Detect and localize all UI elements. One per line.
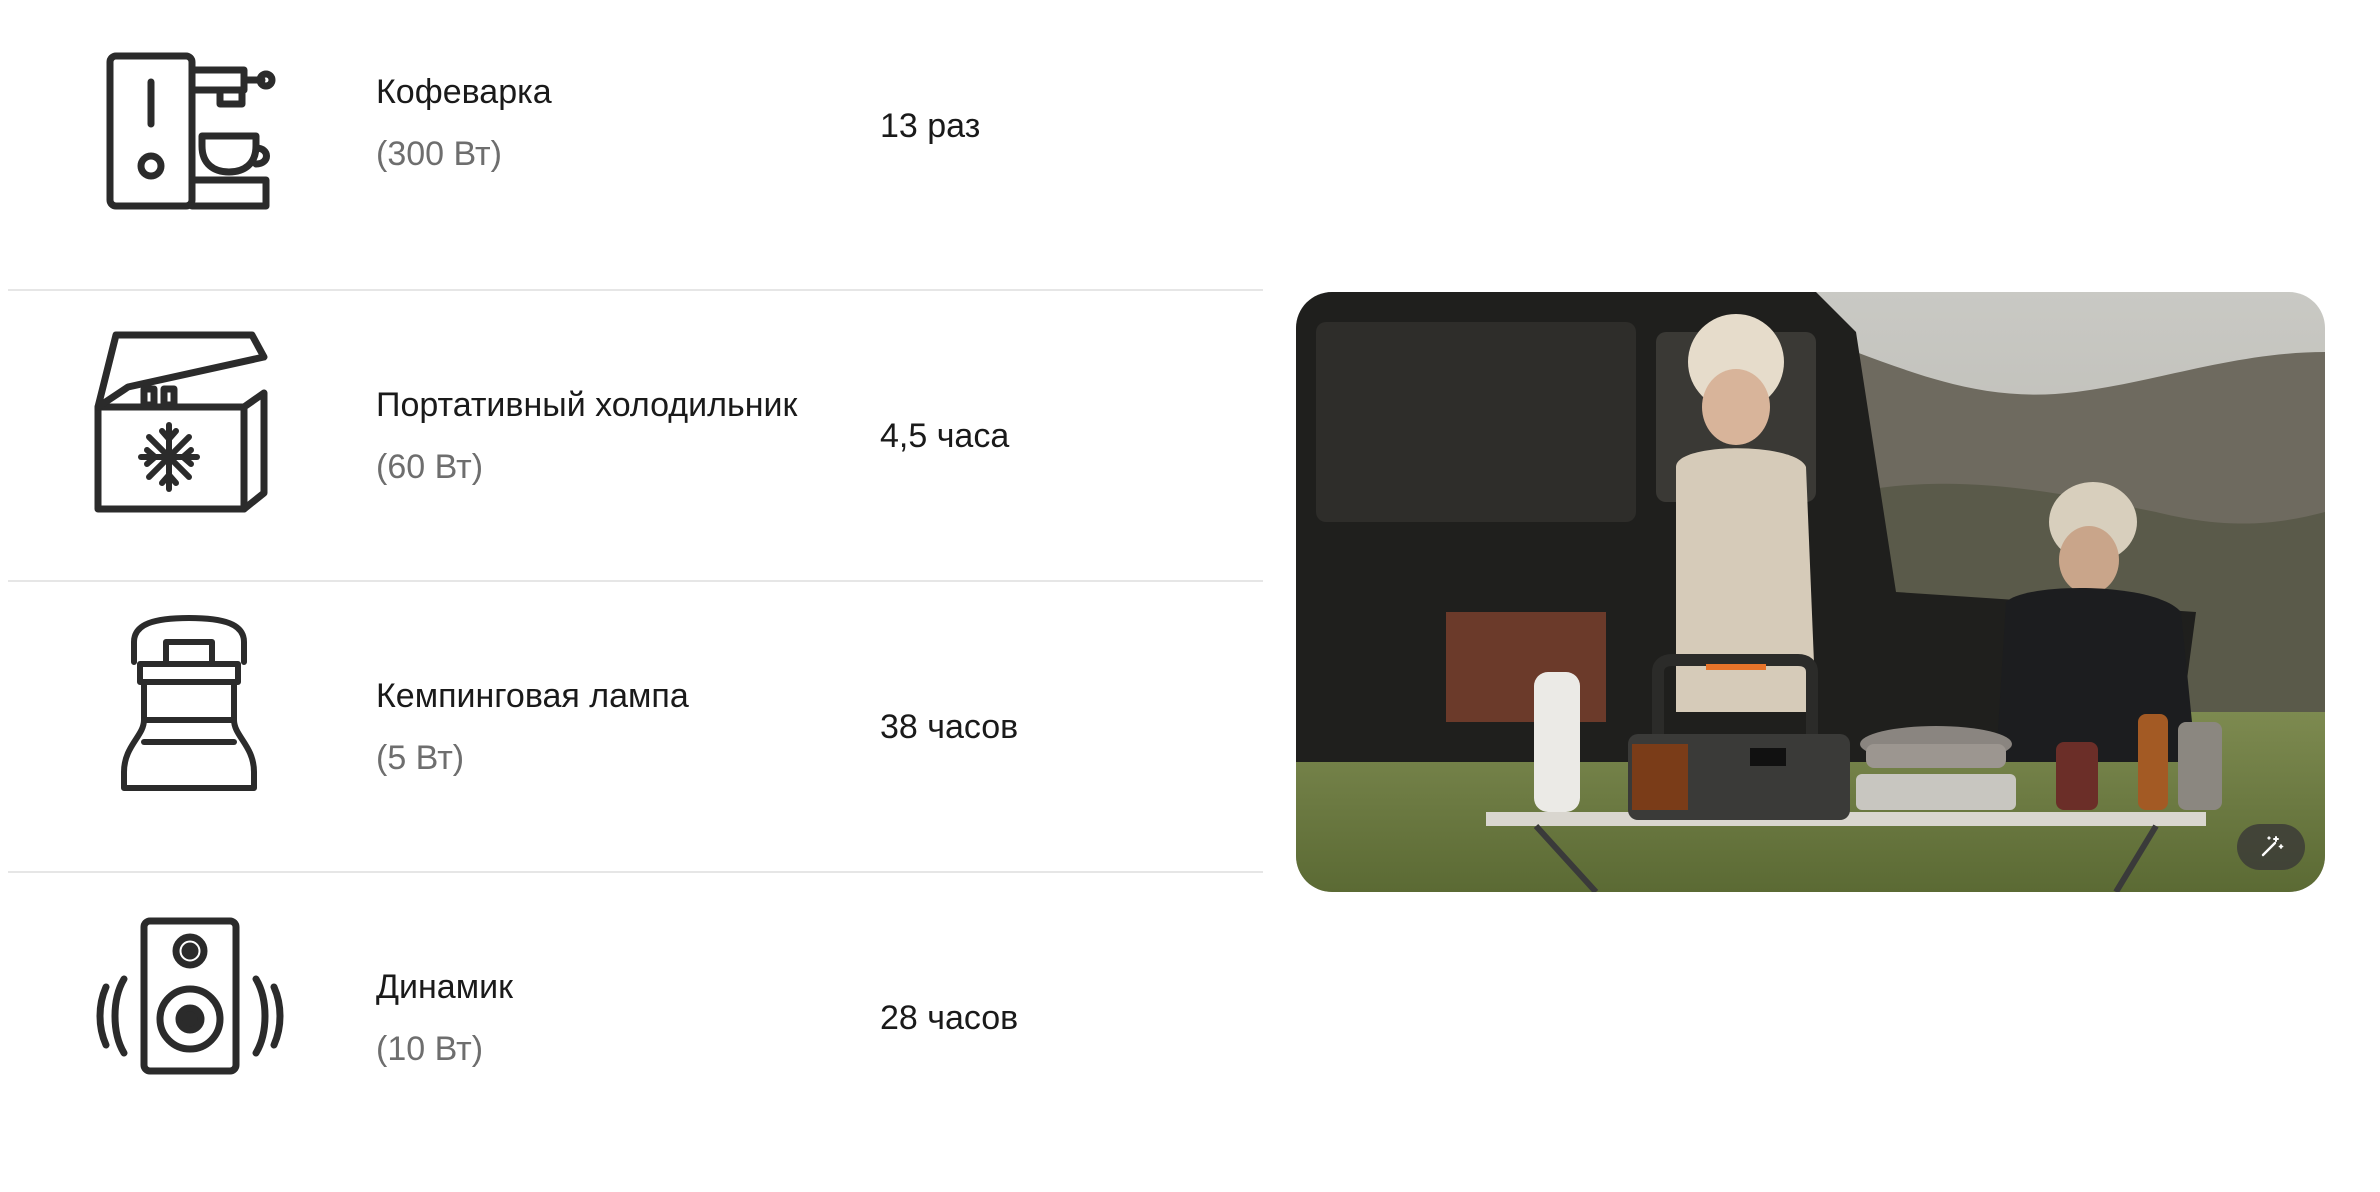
list-item: Портативный холодильник (60 Вт) 4,5 часа — [8, 291, 1263, 582]
device-runtime: 28 часов — [880, 999, 1019, 1037]
list-item: Динамик (10 Вт) 28 часов — [8, 873, 1263, 1164]
device-wattage: (60 Вт) — [376, 448, 484, 486]
device-name: Динамик — [376, 968, 513, 1006]
device-runtime: 13 раз — [880, 107, 981, 145]
device-wattage: (300 Вт) — [376, 135, 502, 173]
list-item: Кофеварка (300 Вт) 13 раз — [8, 0, 1263, 291]
magic-edit-button[interactable] — [2237, 824, 2305, 870]
device-name: Кофеварка — [376, 73, 552, 111]
device-runtime: 4,5 часа — [880, 417, 1010, 455]
portable-fridge-icon — [84, 327, 294, 517]
device-name: Портативный холодильник — [376, 386, 798, 424]
camping-photo — [1296, 292, 2325, 892]
speaker-icon — [84, 915, 294, 1105]
magic-wand-icon — [2261, 836, 2284, 857]
device-wattage: (5 Вт) — [376, 739, 465, 777]
device-name: Кемпинговая лампа — [376, 677, 689, 715]
device-list: Кофеварка (300 Вт) 13 раз Портативный хо… — [8, 0, 1263, 1164]
list-item: Кемпинговая лампа (5 Вт) 38 часов — [8, 582, 1263, 873]
device-wattage: (10 Вт) — [376, 1030, 484, 1068]
coffee-machine-icon — [84, 48, 294, 238]
device-runtime: 38 часов — [880, 708, 1019, 746]
camping-lamp-icon — [84, 612, 294, 802]
